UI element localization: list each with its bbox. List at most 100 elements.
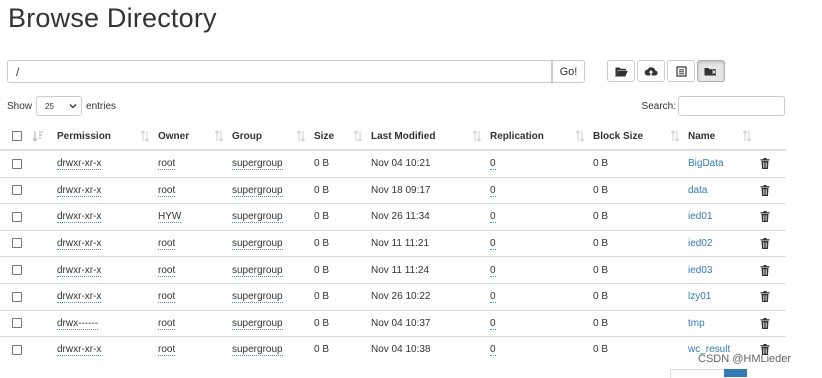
block-size-cell: 0 B <box>593 229 688 257</box>
row-checkbox[interactable] <box>12 344 22 355</box>
column-header-replication[interactable]: Replication <box>490 124 593 151</box>
owner-cell: root <box>158 158 176 171</box>
size-cell: 0 B <box>314 309 371 337</box>
column-header-permission[interactable]: Permission <box>57 124 158 151</box>
spacer-cell <box>30 203 57 231</box>
pagination-button[interactable] <box>670 369 726 378</box>
spacer-cell <box>30 309 57 337</box>
upload-button[interactable] <box>637 60 665 82</box>
name-link[interactable]: tmp <box>688 318 705 329</box>
delete-cell <box>760 176 786 204</box>
row-select-cell <box>0 149 30 178</box>
replication-cell: 0 <box>490 317 496 330</box>
block-size-cell: 0 B <box>593 264 609 276</box>
select-all-cell <box>0 124 30 151</box>
create-directory-button[interactable] <box>607 60 635 82</box>
spacer-cell <box>30 229 57 257</box>
folder-open-icon <box>614 67 628 76</box>
list-view-button[interactable] <box>667 60 695 82</box>
row-checkbox[interactable] <box>12 318 22 329</box>
trash-icon[interactable] <box>760 291 770 303</box>
size-cell: 0 B <box>314 203 371 231</box>
group-cell: supergroup <box>232 291 283 304</box>
name-cell: ied03 <box>688 256 760 284</box>
modified-cell: Nov 11 11:21 <box>371 229 490 257</box>
permission-cell: drwxr-xr-x <box>57 291 102 304</box>
sort-column-header[interactable] <box>30 124 57 151</box>
sort-icon <box>140 130 150 142</box>
permission-cell: drwxr-xr-x <box>57 229 158 257</box>
owner-cell: root <box>158 256 232 284</box>
pagination-active-page[interactable] <box>724 369 747 377</box>
name-link[interactable]: data <box>688 185 707 196</box>
table-row: drwxr-xr-x root supergroup 0 B Nov 11 11:24 0… <box>0 256 786 284</box>
trash-icon[interactable] <box>760 264 770 276</box>
page-title: Browse Directory <box>8 3 217 33</box>
sort-icon <box>575 130 585 142</box>
row-checkbox[interactable] <box>12 238 22 249</box>
entries-select[interactable]: 25 <box>36 96 83 116</box>
group-cell: supergroup <box>232 238 283 251</box>
size-cell: 0 B <box>314 256 371 284</box>
block-size-cell: 0 B <box>593 176 688 204</box>
permission-cell: drwxr-xr-x <box>57 256 158 284</box>
search-input[interactable] <box>678 96 785 116</box>
modified-cell: Nov 26 10:22 <box>371 282 490 311</box>
path-bar: Go! <box>7 60 585 83</box>
block-size-cell: 0 B <box>593 344 609 356</box>
select-all-checkbox[interactable] <box>12 131 22 142</box>
trash-icon[interactable] <box>760 158 770 170</box>
chevron-down-icon <box>69 104 77 109</box>
permission-cell: drwxr-xr-x <box>57 184 102 197</box>
folder-cut-icon <box>704 67 716 75</box>
column-header-owner[interactable]: Owner <box>158 124 232 151</box>
row-checkbox[interactable] <box>12 158 22 169</box>
replication-cell: 0 <box>490 184 496 197</box>
column-header-group[interactable]: Group <box>232 124 314 151</box>
table-row: drwxr-xr-x root supergroup 0 B Nov 11 11:21 0… <box>0 229 786 257</box>
group-cell: supergroup <box>232 229 314 257</box>
column-header-label: Group <box>232 131 262 142</box>
cut-paste-button[interactable] <box>697 60 725 82</box>
modified-cell: Nov 04 10:37 <box>371 309 490 337</box>
column-header-size[interactable]: Size <box>314 124 371 151</box>
group-cell: supergroup <box>232 309 314 337</box>
column-header-block-size[interactable]: Block Size <box>593 124 688 151</box>
column-header-name[interactable]: Name <box>688 124 760 151</box>
replication-cell: 0 <box>490 238 496 251</box>
row-select-cell <box>0 203 30 231</box>
row-checkbox[interactable] <box>12 291 22 302</box>
name-link[interactable]: lzy01 <box>688 291 711 302</box>
column-header-last-modified[interactable]: Last Modified <box>371 124 490 151</box>
path-input[interactable] <box>7 60 552 83</box>
delete-cell <box>760 203 786 231</box>
modified-cell: Nov 18 09:17 <box>371 184 431 196</box>
spacer-cell <box>30 149 57 178</box>
name-link[interactable]: BigData <box>688 158 724 169</box>
trash-icon[interactable] <box>760 238 770 249</box>
column-header-label: Replication <box>490 131 544 142</box>
group-cell: supergroup <box>232 264 283 277</box>
search-label: Search: <box>641 100 676 112</box>
sort-icon <box>472 130 482 142</box>
trash-icon[interactable] <box>760 184 770 196</box>
replication-cell: 0 <box>490 309 593 337</box>
name-link[interactable]: ied03 <box>688 265 712 276</box>
column-header-label: Permission <box>57 131 111 142</box>
trash-icon[interactable] <box>760 211 770 223</box>
go-button[interactable]: Go! <box>552 60 585 83</box>
modified-cell: Nov 26 11:34 <box>371 203 490 231</box>
row-checkbox[interactable] <box>12 211 22 222</box>
name-link[interactable]: ied02 <box>688 238 712 249</box>
sort-icon <box>670 130 680 142</box>
name-link[interactable]: ied01 <box>688 211 712 222</box>
row-checkbox[interactable] <box>12 265 22 276</box>
modified-cell: Nov 04 10:38 <box>371 336 490 363</box>
show-label: Show <box>7 100 33 112</box>
entries-value: 25 <box>45 101 54 111</box>
row-select-cell <box>0 176 30 204</box>
row-checkbox[interactable] <box>12 185 22 196</box>
delete-cell <box>760 256 786 284</box>
group-cell: supergroup <box>232 158 283 171</box>
trash-icon[interactable] <box>760 317 770 329</box>
